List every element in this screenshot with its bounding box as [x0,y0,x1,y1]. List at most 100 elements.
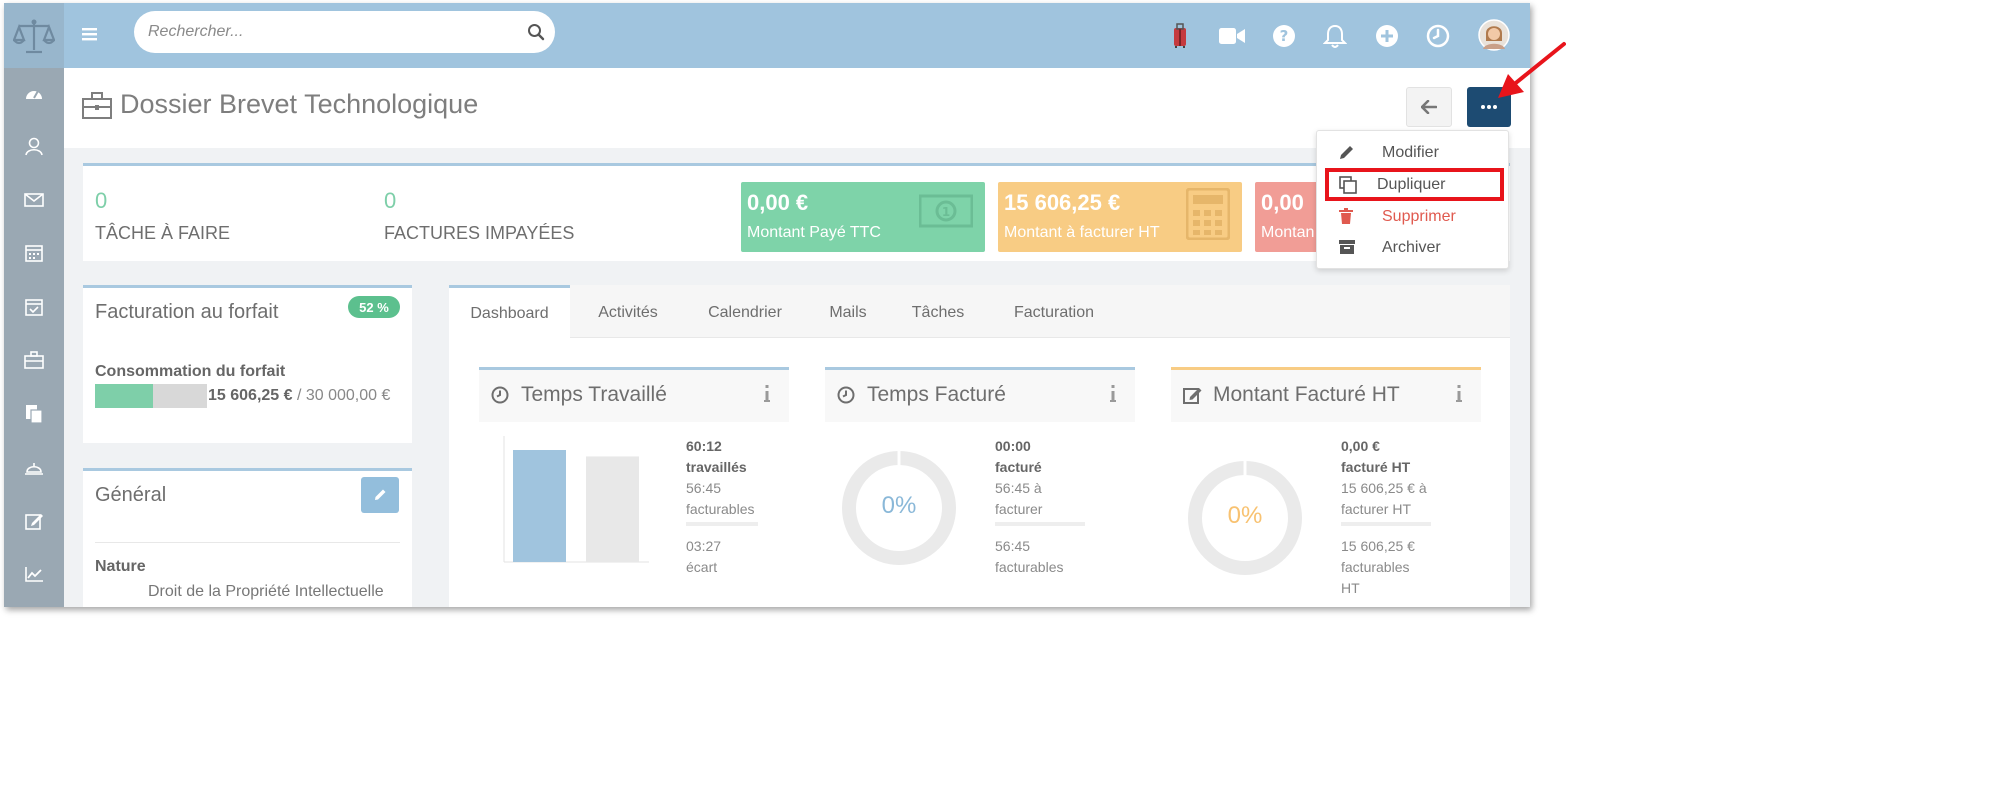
forfait-panel: Facturation au forfait 52 % Consommation… [83,285,412,443]
annotation-arrow-icon [1498,42,1566,98]
contacts-icon[interactable] [23,135,45,157]
worked-summary: 60:12 travaillés 56:45 facturables [686,436,754,520]
consumed-amount: 15 606,25 € [208,387,293,404]
worked-value: 60:12 [686,438,722,454]
briefcase-icon[interactable] [23,349,45,371]
svg-text:?: ? [1280,27,1289,45]
billable-time-summary: 56:45 facturables [995,536,1063,578]
tasks-count: 0 [95,188,108,213]
video-camera-icon[interactable] [1219,23,1245,49]
info-icon[interactable] [1455,385,1463,408]
menu-item-modifier[interactable]: Modifier [1317,138,1508,168]
chart-line-icon[interactable] [23,563,45,585]
forfait-percent-badge: 52 % [348,296,400,318]
calendar-check-icon[interactable] [23,296,45,318]
tab-activites[interactable]: Activités [583,285,673,338]
search-input[interactable] [148,11,518,53]
highlight-box [1325,168,1504,201]
archive-icon [1339,239,1355,260]
banknote-icon: 1 [918,194,974,233]
billable-amount-label: facturables [1341,559,1410,575]
divider [995,522,1085,526]
to-bill-time-value: 56:45 à [995,480,1042,496]
help-icon[interactable]: ? [1271,23,1297,49]
to-bill-amount: 15 606,25 € [1004,190,1121,215]
forfait-title: Facturation au forfait [95,301,279,323]
divider [686,522,758,526]
luggage-icon[interactable] [1167,23,1193,49]
consumption-values: 15 606,25 € / 30 000,00 € [208,387,390,405]
kpi-montant-facture: Montant Facturé HT 0% 0,00 € facturé HT … [1171,367,1481,607]
search-icon[interactable] [527,23,545,46]
kpi-title: Temps Travaillé [521,383,667,406]
kpi-title: Temps Facturé [867,383,1006,406]
logo-scales-icon[interactable] [4,3,64,68]
calculator-icon [1185,187,1231,245]
back-button[interactable] [1406,87,1452,127]
unpaid-invoices-label: FACTURES IMPAYÉES [384,223,575,243]
worked-label: travaillés [686,459,747,475]
clock-icon[interactable] [1425,23,1451,49]
divider [1341,522,1431,526]
bell-icon[interactable] [1322,23,1348,49]
billable-time-value: 56:45 [995,538,1031,554]
nature-label: Nature [95,558,146,575]
menu-item-label: Supprimer [1382,208,1456,225]
tab-taches[interactable]: Tâches [903,285,973,338]
billed-time-value: 00:00 [995,438,1031,454]
main-content: Dashboard Activités Calendrier Mails Tâc… [449,285,1510,607]
menu-item-archiver[interactable]: Archiver [1317,233,1508,263]
forfait-progress-fill [95,384,154,408]
svg-text:1: 1 [942,205,950,219]
tab-calendrier[interactable]: Calendrier [695,285,795,338]
edit-general-button[interactable] [361,477,399,513]
mail-icon[interactable] [23,189,45,211]
billed-time-percent: 0% [881,492,917,519]
kpi-temps-travaille: Temps Travaillé 60:12 travaillés 56:45 f… [479,367,789,607]
top-bar: ? [4,3,1530,68]
info-icon[interactable] [763,385,771,408]
app-window: ? [4,3,1530,607]
consumption-label: Consommation du forfait [95,363,286,380]
pencil-icon [1339,144,1355,165]
billed-time-summary: 00:00 facturé 56:45 à facturer [995,436,1042,520]
calendar-icon[interactable] [23,242,45,264]
kpi-temps-facture: Temps Facturé 0% 00:00 facturé 56:45 à f… [825,367,1135,607]
to-bill-amount-value: 15 606,25 € à [1341,480,1427,496]
third-amount: 0,00 [1261,190,1304,215]
gap-label: écart [686,559,718,575]
clock-icon [491,386,509,409]
billed-amount-summary: 0,00 € facturé HT 15 606,25 € à facturer… [1341,436,1427,520]
kpi-header: Temps Facturé [825,370,1135,422]
billable-amount-value: 15 606,25 € [1341,538,1415,554]
billed-amount-label: facturé HT [1341,459,1411,475]
to-bill-amount-card[interactable]: 15 606,25 € Montant à facturer HT [998,182,1242,252]
tasks-label: TÂCHE À FAIRE [95,223,231,243]
worked-vs-billable-bars [503,436,649,563]
paid-amount-card[interactable]: 0,00 € Montant Payé TTC 1 [741,182,985,252]
kpi-title: Montant Facturé HT [1213,383,1400,406]
info-icon[interactable] [1109,385,1117,408]
bar-billable [586,456,639,562]
menu-item-supprimer[interactable]: Supprimer [1317,202,1508,232]
tab-facturation[interactable]: Facturation [1004,285,1104,338]
divider [95,542,400,543]
briefcase-icon [82,92,112,124]
documents-icon[interactable] [23,403,45,425]
page-title: Dossier Brevet Technologique [120,89,479,119]
menu-item-label: Modifier [1382,144,1439,161]
tab-dashboard[interactable]: Dashboard [449,285,570,339]
forfait-progress-bar [95,384,207,408]
edit-note-icon [1183,386,1203,409]
billed-amount-percent: 0% [1227,502,1263,529]
menu-toggle-icon[interactable] [82,24,98,44]
service-bell-icon[interactable] [23,456,45,478]
clock-icon [837,386,855,409]
general-title: Général [95,484,167,506]
add-icon[interactable] [1374,23,1400,49]
edit-note-icon[interactable] [23,510,45,532]
tab-mails[interactable]: Mails [818,285,878,338]
billable-value: 56:45 [686,480,722,496]
dashboard-gauge-icon[interactable] [23,82,45,104]
total-amount: / 30 000,00 € [292,387,391,404]
